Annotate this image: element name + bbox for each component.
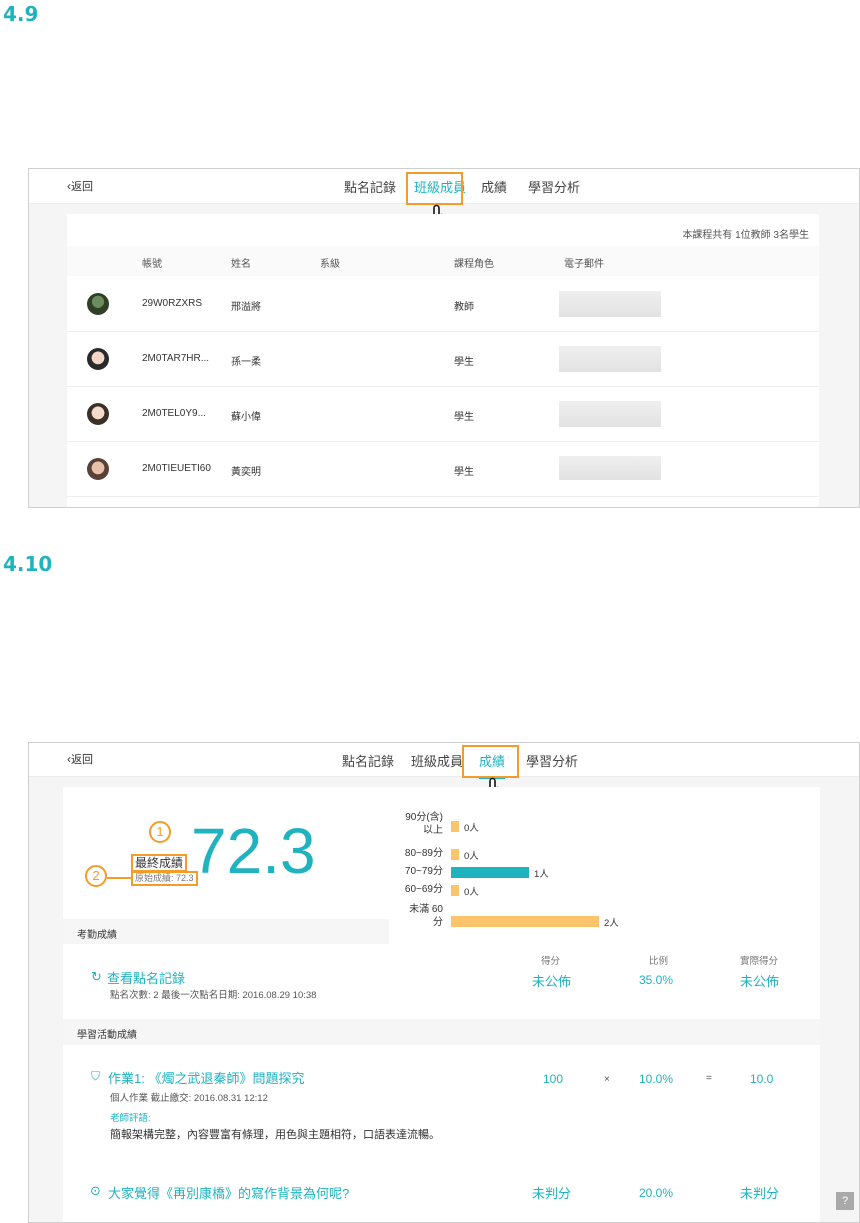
col-email: 電子郵件 — [564, 259, 604, 270]
grades-tab-highlight — [462, 745, 519, 778]
top-nav-bar: ‹返回 點名記錄 班級成員 成績 學習分析 — [29, 169, 859, 205]
distribution-label: 60~69分 — [404, 884, 443, 895]
top-nav-bar: ‹返回 點名記錄 班級成員 成績 學習分析 — [29, 743, 859, 778]
role-cell: 學生 — [454, 467, 474, 478]
back-button[interactable]: ‹返回 — [67, 751, 93, 767]
distribution-label: 90分(含)以上 — [405, 812, 443, 836]
distribution-label: 未滿 60 分 — [409, 904, 443, 928]
avatar — [87, 458, 109, 480]
callout-marker-2: 2 — [85, 865, 107, 887]
tab-analysis[interactable]: 學習分析 — [526, 751, 578, 770]
tab-attendance[interactable]: 點名記錄 — [344, 177, 396, 196]
members-table-header: 帳號 姓名 系級 課程角色 電子郵件 — [67, 246, 819, 276]
grades-screenshot: ‹返回 點名記錄 班級成員 成績 學習分析 1 2 最終成績 原始成績: 72.… — [28, 742, 860, 1223]
avatar — [87, 293, 109, 315]
homework-icon: ⛉ — [91, 1069, 101, 1083]
attendance-meta: 點名次數: 2 最後一次點名日期: 2016.08.29 10:38 — [110, 990, 317, 1001]
view-attendance-link[interactable]: 查看點名記錄 — [107, 968, 185, 987]
homework-meta: 個人作業 截止繳交: 2016.08.31 12:12 — [110, 1093, 268, 1104]
members-screenshot: ‹返回 點名記錄 班級成員 成績 學習分析 本課程共有 1位教師 3名學生 帳號… — [28, 168, 860, 508]
members-card: 本課程共有 1位教師 3名學生 帳號 姓名 系級 課程角色 電子郵件 29W0R… — [67, 214, 819, 507]
role-cell: 學生 — [454, 412, 474, 423]
tab-attendance[interactable]: 點名記錄 — [342, 751, 394, 770]
grades-card: 1 2 最終成績 原始成績: 72.3 72.3 90分(含)以上 0人 80~89… — [63, 787, 820, 1222]
col-role: 課程角色 — [454, 259, 494, 270]
col-dept: 系級 — [320, 259, 340, 270]
distribution-bar — [451, 849, 459, 860]
times-sign: × — [604, 1074, 610, 1085]
avatar — [87, 348, 109, 370]
name-cell: 邢溢將 — [231, 302, 261, 313]
help-chat-button[interactable]: ? — [836, 1192, 854, 1210]
email-cell — [559, 456, 661, 480]
score-distribution-chart: 90分(含)以上 0人 80~89分 0人 70~79分 1人 60~69分 0人未滿 60 … — [389, 811, 689, 939]
activity-section-header: 學習活動成績 — [63, 1019, 820, 1045]
teacher-comment: 簡報架構完整，內容豐富有條理，用色與主題相符，口語表達流暢。 — [110, 1129, 440, 1141]
table-row[interactable]: 2M0TAR7HR... 孫一柔 學生 — [67, 331, 819, 387]
col-actual-header: 實際得分 — [740, 956, 779, 967]
callout-marker-1: 1 — [149, 821, 171, 843]
name-cell: 孫一柔 — [231, 357, 261, 368]
section-number-4-9: 4.9 — [3, 2, 39, 26]
email-cell — [559, 401, 661, 427]
name-cell: 黃奕明 — [231, 467, 261, 478]
homework-score: 100 — [543, 1072, 564, 1086]
col-ratio-header: 比例 — [649, 956, 669, 967]
discussion-ratio: 20.0% — [639, 1186, 674, 1200]
col-name: 姓名 — [231, 259, 251, 270]
distribution-count: 0人 — [464, 823, 479, 834]
role-cell: 教師 — [454, 302, 474, 313]
col-score-header: 得分 — [541, 956, 561, 967]
tab-grades[interactable]: 成績 — [481, 177, 507, 196]
account-cell: 2M0TIEUETI60 — [142, 463, 211, 474]
account-cell: 2M0TEL0Y9... — [142, 408, 206, 419]
distribution-bar — [451, 867, 529, 878]
tab-members[interactable]: 班級成員 — [411, 751, 463, 770]
distribution-count: 2人 — [604, 918, 619, 929]
members-summary: 本課程共有 1位教師 3名學生 — [682, 230, 809, 241]
distribution-bar — [451, 916, 599, 927]
original-score-label: 原始成績: 72.3 — [131, 871, 198, 886]
final-score-label: 最終成績 — [131, 854, 188, 872]
members-tab-highlight — [406, 172, 463, 205]
section-number-4-10: 4.10 — [3, 552, 53, 576]
attendance-icon: ↻ — [91, 969, 102, 984]
discussion-score: 未判分 — [532, 1186, 572, 1201]
teacher-comment-label: 老師評語: — [110, 1113, 151, 1124]
discussion-title-link[interactable]: 大家覺得《再別康橋》的寫作背景為何呢? — [108, 1183, 349, 1202]
email-cell — [559, 346, 661, 372]
final-score-value: 72.3 — [191, 815, 316, 887]
distribution-bar — [451, 885, 459, 896]
table-row[interactable]: 29W0RZXRS 邢溢將 教師 — [67, 276, 819, 332]
distribution-bar — [451, 821, 459, 832]
distribution-label: 80~89分 — [404, 848, 443, 859]
table-row[interactable]: 2M0TEL0Y9... 蘇小偉 學生 — [67, 386, 819, 442]
distribution-count: 0人 — [464, 851, 479, 862]
distribution-count: 0人 — [464, 887, 479, 898]
attendance-ratio: 35.0% — [639, 973, 674, 987]
col-account: 帳號 — [142, 259, 162, 270]
callout-line-2 — [107, 877, 131, 879]
attendance-actual: 未公佈 — [740, 974, 780, 989]
table-row[interactable]: 2M0TIEUETI60 黃奕明 學生 — [67, 441, 819, 497]
homework-title-link[interactable]: 作業1: 《燭之武退秦師》問題探究 — [108, 1068, 304, 1087]
avatar — [87, 403, 109, 425]
back-button[interactable]: ‹返回 — [67, 178, 93, 194]
attendance-score: 未公佈 — [532, 974, 572, 989]
name-cell: 蘇小偉 — [231, 412, 261, 423]
discussion-actual: 未判分 — [740, 1186, 780, 1201]
account-cell: 2M0TAR7HR... — [142, 353, 210, 364]
distribution-label: 70~79分 — [404, 866, 443, 877]
role-cell: 學生 — [454, 357, 474, 368]
account-cell: 29W0RZXRS — [142, 298, 203, 309]
homework-ratio: 10.0% — [639, 1072, 674, 1086]
email-cell — [559, 291, 661, 317]
discussion-icon: ⊙ — [90, 1183, 101, 1198]
attendance-section-header: 考勤成績 — [63, 919, 389, 944]
distribution-count: 1人 — [534, 869, 549, 880]
homework-actual: 10.0 — [750, 1072, 774, 1086]
equals-sign: = — [706, 1073, 712, 1084]
tab-analysis[interactable]: 學習分析 — [528, 177, 580, 196]
